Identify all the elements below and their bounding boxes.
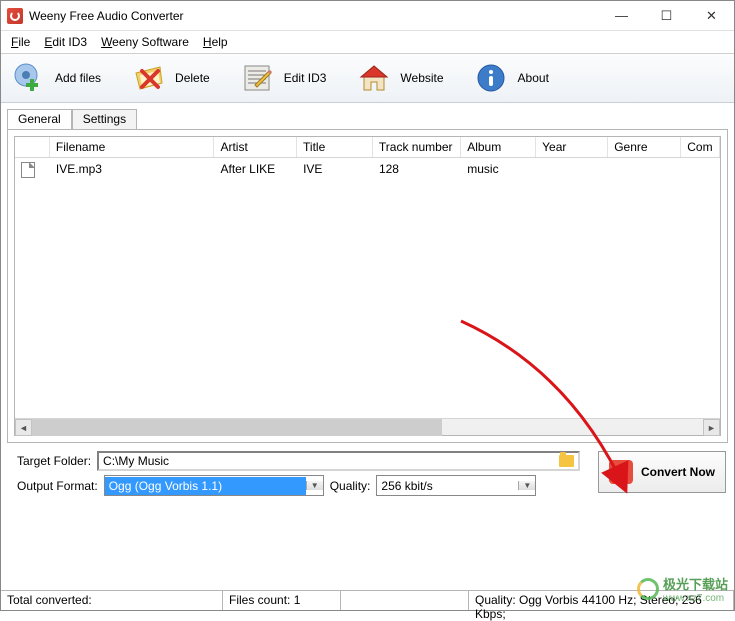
- col-tracknumber[interactable]: Track number: [373, 137, 461, 157]
- window-close[interactable]: ✕: [689, 1, 734, 31]
- toolbar-editid3-label: Edit ID3: [284, 71, 327, 85]
- toolbar-website-label: Website: [400, 71, 443, 85]
- app-icon: [7, 8, 23, 24]
- toolbar-addfiles-label: Add files: [55, 71, 101, 85]
- chevron-down-icon: ▼: [518, 481, 535, 490]
- toolbar: Add files Delete Edit ID3 Website About: [1, 54, 734, 103]
- status-quality: Quality: Ogg Vorbis 44100 Hz; Stereo; 25…: [469, 591, 734, 610]
- col-album[interactable]: Album: [461, 137, 536, 157]
- about-icon: [474, 62, 510, 94]
- scroll-thumb[interactable]: [32, 419, 442, 436]
- chevron-down-icon: ▼: [306, 481, 323, 490]
- status-files-count: Files count: 1: [223, 591, 341, 610]
- statusbar: Total converted: Files count: 1 Quality:…: [1, 590, 734, 610]
- toolbar-editid3[interactable]: Edit ID3: [240, 62, 327, 94]
- col-icon[interactable]: [15, 137, 50, 157]
- status-total-converted: Total converted:: [1, 591, 223, 610]
- output-format-select[interactable]: Ogg (Ogg Vorbis 1.1) ▼: [104, 475, 324, 496]
- col-com[interactable]: Com: [681, 137, 720, 157]
- file-list: Filename Artist Title Track number Album…: [14, 136, 721, 436]
- cell-filename: IVE.mp3: [50, 161, 215, 182]
- output-format-value: Ogg (Ogg Vorbis 1.1): [105, 477, 306, 495]
- addfiles-icon: [11, 62, 47, 94]
- cell-year: [536, 161, 608, 182]
- col-genre[interactable]: Genre: [608, 137, 681, 157]
- horizontal-scrollbar[interactable]: ◄ ►: [15, 418, 720, 435]
- cell-title: IVE: [297, 161, 373, 182]
- menubar: File Edit ID3 Weeny Software Help: [1, 31, 734, 54]
- menu-help[interactable]: Help: [197, 33, 234, 51]
- toolbar-about[interactable]: About: [474, 62, 549, 94]
- file-list-header: Filename Artist Title Track number Album…: [15, 137, 720, 158]
- toolbar-addfiles[interactable]: Add files: [11, 62, 101, 94]
- col-title[interactable]: Title: [297, 137, 373, 157]
- window-maximize[interactable]: ☐: [644, 1, 689, 31]
- table-row[interactable]: IVE.mp3 After LIKE IVE 128 music: [15, 158, 720, 185]
- quality-value: 256 kbit/s: [377, 477, 518, 495]
- menu-weeny-software[interactable]: Weeny Software: [95, 33, 195, 51]
- status-spacer: [341, 591, 469, 610]
- col-artist[interactable]: Artist: [214, 137, 297, 157]
- window-title: Weeny Free Audio Converter: [29, 9, 599, 23]
- file-icon: [21, 162, 35, 178]
- tab-settings[interactable]: Settings: [72, 109, 137, 129]
- toolbar-about-label: About: [518, 71, 549, 85]
- toolbar-delete[interactable]: Delete: [131, 62, 210, 94]
- convert-now-button[interactable]: Convert Now: [598, 451, 726, 493]
- quality-select[interactable]: 256 kbit/s ▼: [376, 475, 536, 496]
- convert-icon: [609, 460, 633, 484]
- window-minimize[interactable]: —: [599, 1, 644, 31]
- convert-now-label: Convert Now: [641, 465, 715, 479]
- cell-com: [681, 161, 720, 182]
- scroll-left-button[interactable]: ◄: [15, 419, 32, 436]
- target-folder-label: Target Folder:: [17, 454, 91, 468]
- target-folder-value: C:\My Music: [103, 454, 169, 468]
- cell-album: music: [461, 161, 536, 182]
- tab-strip: General Settings: [7, 109, 734, 129]
- delete-icon: [131, 62, 167, 94]
- tab-general[interactable]: General: [7, 109, 72, 129]
- cell-genre: [608, 161, 681, 182]
- toolbar-delete-label: Delete: [175, 71, 210, 85]
- scroll-right-button[interactable]: ►: [703, 419, 720, 436]
- file-list-body[interactable]: IVE.mp3 After LIKE IVE 128 music: [15, 158, 720, 418]
- toolbar-website[interactable]: Website: [356, 62, 443, 94]
- cell-artist: After LIKE: [214, 161, 297, 182]
- output-format-label: Output Format:: [17, 479, 98, 493]
- tab-panel: Filename Artist Title Track number Album…: [7, 129, 728, 443]
- menu-file[interactable]: File: [5, 33, 36, 51]
- target-folder-input[interactable]: C:\My Music: [97, 451, 580, 471]
- col-filename[interactable]: Filename: [50, 137, 215, 157]
- browse-folder-icon[interactable]: [559, 455, 574, 467]
- col-year[interactable]: Year: [536, 137, 608, 157]
- menu-editid3[interactable]: Edit ID3: [38, 33, 93, 51]
- quality-label: Quality:: [330, 479, 371, 493]
- titlebar: Weeny Free Audio Converter — ☐ ✕: [1, 1, 734, 31]
- editid3-icon: [240, 62, 276, 94]
- website-icon: [356, 62, 392, 94]
- cell-track: 128: [373, 161, 461, 182]
